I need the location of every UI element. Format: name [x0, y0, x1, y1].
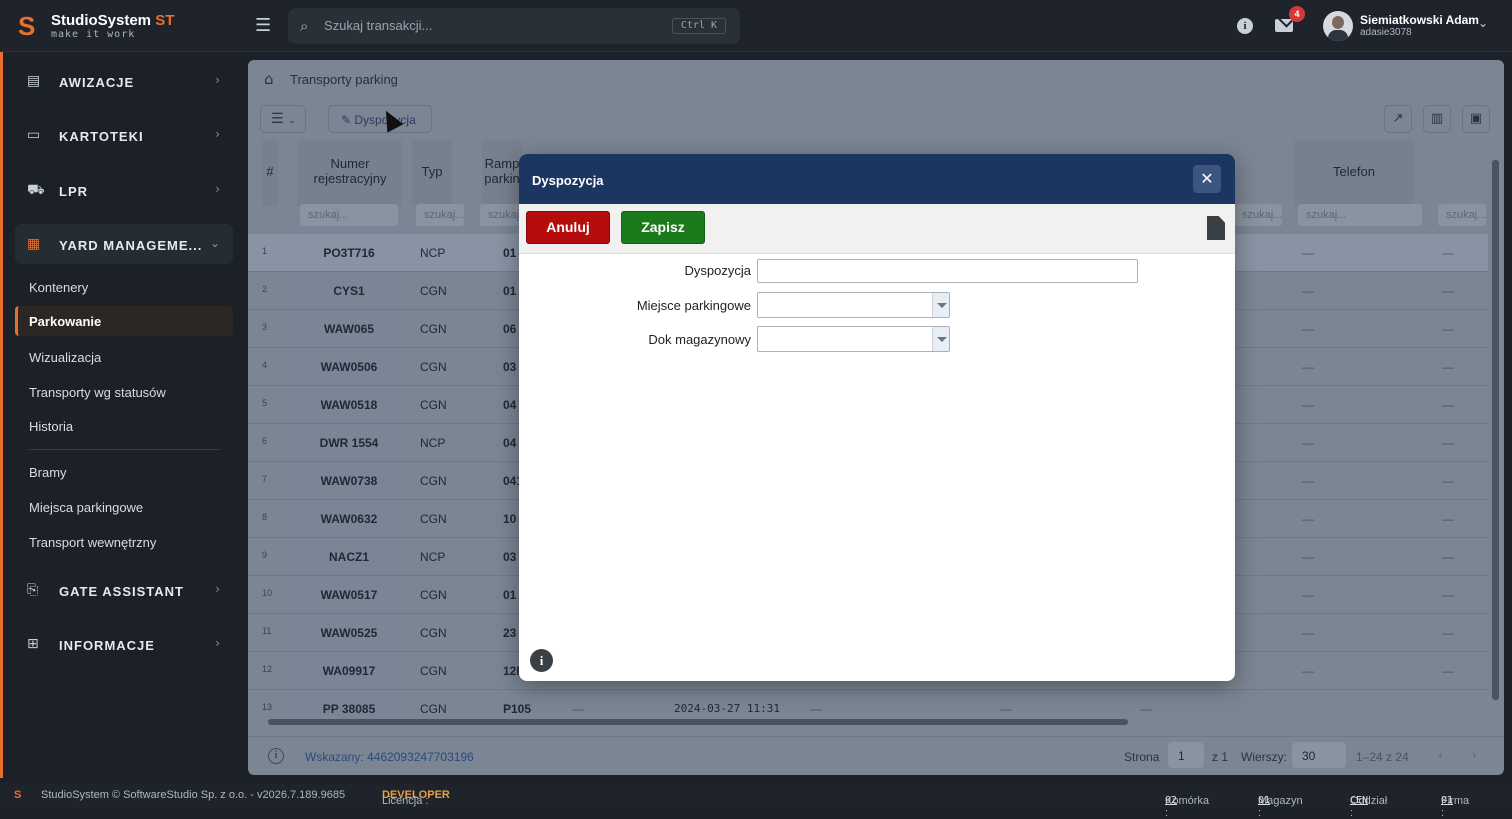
search-placeholder: Szukaj transakcji...: [324, 18, 433, 33]
sidebar-item-wizualizacja[interactable]: Wizualizacja: [29, 350, 101, 365]
vertical-scrollbar[interactable]: [1492, 148, 1500, 708]
sidebar-group-gate[interactable]: ⎘ GATE ASSISTANT ›: [15, 570, 233, 610]
top-bar: S StudioSystem ST make it work ☰ ⌕ Szuka…: [0, 0, 1512, 52]
info-icon[interactable]: i: [268, 748, 284, 764]
filter-col[interactable]: szukaj...: [1234, 204, 1282, 226]
save-icon[interactable]: ▣: [1462, 105, 1490, 133]
sidebar-group-lpr[interactable]: ⛟ LPR ›: [15, 170, 233, 210]
field-label-dok: Dok magazynowy: [648, 332, 751, 347]
license: Licencja : DEVELOPER: [382, 789, 450, 807]
field-label-dyspozycja: Dyspozycja: [684, 263, 751, 278]
dialog-header: Dyspozycja ✕: [519, 154, 1235, 204]
save-button[interactable]: Zapisz: [621, 211, 705, 244]
info-icon[interactable]: i: [1237, 18, 1253, 34]
sidebar-item-transporty-statusy[interactable]: Transporty wg statusów: [29, 385, 166, 400]
menu-toggle-icon[interactable]: ☰: [255, 17, 273, 35]
chevron-right-icon: ›: [215, 73, 221, 87]
sidebar-group-yard[interactable]: ▦ YARD MANAGEME... ⌄: [15, 224, 233, 264]
filter-ramp[interactable]: szukaj...: [480, 204, 528, 226]
document-icon[interactable]: [1207, 216, 1225, 240]
dropdown-arrow-icon[interactable]: [932, 293, 949, 317]
rows-label: Wierszy:: [1241, 750, 1287, 764]
chevron-right-icon: ›: [215, 127, 221, 141]
brand-name: StudioSystem ST: [51, 12, 175, 29]
sidebar-group-kartoteki[interactable]: ▭ KARTOTEKI ›: [15, 115, 233, 155]
row-number-header: #: [262, 140, 278, 206]
search-icon: ⌕: [300, 17, 309, 35]
dyspozycja-dialog: Dyspozycja ✕ Anuluj Zapisz Dyspozycja Mi…: [519, 154, 1235, 681]
filter-telefon[interactable]: szukaj...: [1298, 204, 1422, 226]
search-shortcut: Ctrl K: [671, 18, 726, 34]
chevron-right-icon: ›: [215, 582, 221, 596]
trend-icon[interactable]: ↗: [1384, 105, 1412, 133]
mail-icon[interactable]: [1275, 19, 1293, 32]
filter-numer[interactable]: szukaj...: [300, 204, 398, 226]
info-icon[interactable]: i: [530, 649, 553, 672]
status-bar: S StudioSystem © SoftwareStudio Sp. z o.…: [0, 783, 1512, 819]
sidebar-item-kontenery[interactable]: Kontenery: [29, 280, 88, 295]
sitemap-icon: ⊞: [27, 636, 40, 652]
dialog-toolbar: Anuluj Zapisz: [519, 204, 1235, 254]
filter-typ[interactable]: szukaj...: [416, 204, 464, 226]
dok-magazynowy-select[interactable]: [757, 326, 950, 352]
sidebar-item-historia[interactable]: Historia: [29, 419, 73, 434]
header-typ[interactable]: Typ: [412, 140, 452, 206]
prev-page-icon[interactable]: ‹: [1438, 748, 1443, 762]
dialog-title: Dyspozycja: [532, 173, 604, 188]
page-total: z 1: [1212, 750, 1229, 764]
rows-input[interactable]: 30: [1292, 742, 1346, 768]
chevron-right-icon: ›: [215, 182, 221, 196]
search-input[interactable]: ⌕ Szukaj transakcji... Ctrl K: [288, 8, 740, 44]
next-page-icon[interactable]: ›: [1472, 748, 1477, 762]
horizontal-scrollbar[interactable]: [256, 718, 1480, 726]
sidebar: ▤ AWIZACJE › ▭ KARTOTEKI › ⛟ LPR › ▦ YAR…: [0, 52, 241, 778]
user-name[interactable]: Siemiatkowski Adam: [1360, 13, 1479, 27]
dyspozycja-field[interactable]: [757, 259, 1138, 283]
header-ramp[interactable]: Ramp parkin: [482, 140, 522, 206]
field-label-miejsce: Miejsce parkingowe: [636, 298, 751, 313]
folder-icon: ▭: [27, 127, 42, 143]
user-login: adasie3078: [1360, 27, 1412, 38]
sidebar-item-parkowanie[interactable]: Parkowanie: [15, 306, 233, 336]
truck-icon: ⛟: [27, 182, 46, 198]
grid-menu-button[interactable]: ☰ ⌄: [260, 105, 306, 133]
grid-icon: ▦: [27, 236, 42, 252]
mail-badge: 4: [1289, 6, 1305, 22]
assistant-icon: ⎘: [27, 582, 40, 598]
header-numer[interactable]: Numer rejestracyjny: [298, 140, 402, 206]
miejsce-parkingowe-select[interactable]: [757, 292, 950, 318]
sidebar-item-transport-wewn[interactable]: Transport wewnętrzny: [29, 535, 156, 550]
logo-icon: S: [14, 789, 22, 801]
brand-tagline: make it work: [51, 29, 136, 40]
sidebar-item-miejsca[interactable]: Miejsca parkingowe: [29, 500, 143, 515]
home-icon[interactable]: ⌂: [264, 70, 274, 88]
logo-icon: S: [18, 11, 36, 41]
avatar[interactable]: [1323, 11, 1353, 41]
page-title: Transporty parking: [290, 72, 398, 87]
page-label: Strona: [1124, 750, 1160, 764]
clipboard-icon: ▤: [27, 73, 42, 89]
chevron-down-icon: ⌄: [209, 236, 221, 250]
copyright: StudioSystem © SoftwareStudio Sp. z o.o.…: [41, 789, 346, 801]
columns-icon[interactable]: ▥: [1423, 105, 1451, 133]
cancel-button[interactable]: Anuluj: [526, 211, 610, 244]
chevron-right-icon: ›: [215, 636, 221, 650]
filter-last[interactable]: szukaj...: [1438, 204, 1486, 226]
sidebar-item-bramy[interactable]: Bramy: [29, 465, 67, 480]
header-telefon[interactable]: Telefon: [1294, 140, 1414, 206]
grid-footer: i Wskazany: 4462093247703196 Strona 1 z …: [248, 736, 1504, 775]
dropdown-arrow-icon[interactable]: [932, 327, 949, 351]
chevron-down-icon[interactable]: ⌄: [1478, 16, 1488, 30]
close-icon[interactable]: ✕: [1193, 165, 1221, 193]
page-input[interactable]: 1: [1168, 742, 1204, 768]
sidebar-group-informacje[interactable]: ⊞ INFORMACJE ›: [15, 624, 233, 664]
range-label: 1–24 z 24: [1356, 750, 1409, 764]
sidebar-group-awizacje[interactable]: ▤ AWIZACJE ›: [15, 61, 233, 101]
sidebar-divider: [29, 449, 220, 450]
selected-id: Wskazany: 4462093247703196: [305, 750, 474, 764]
